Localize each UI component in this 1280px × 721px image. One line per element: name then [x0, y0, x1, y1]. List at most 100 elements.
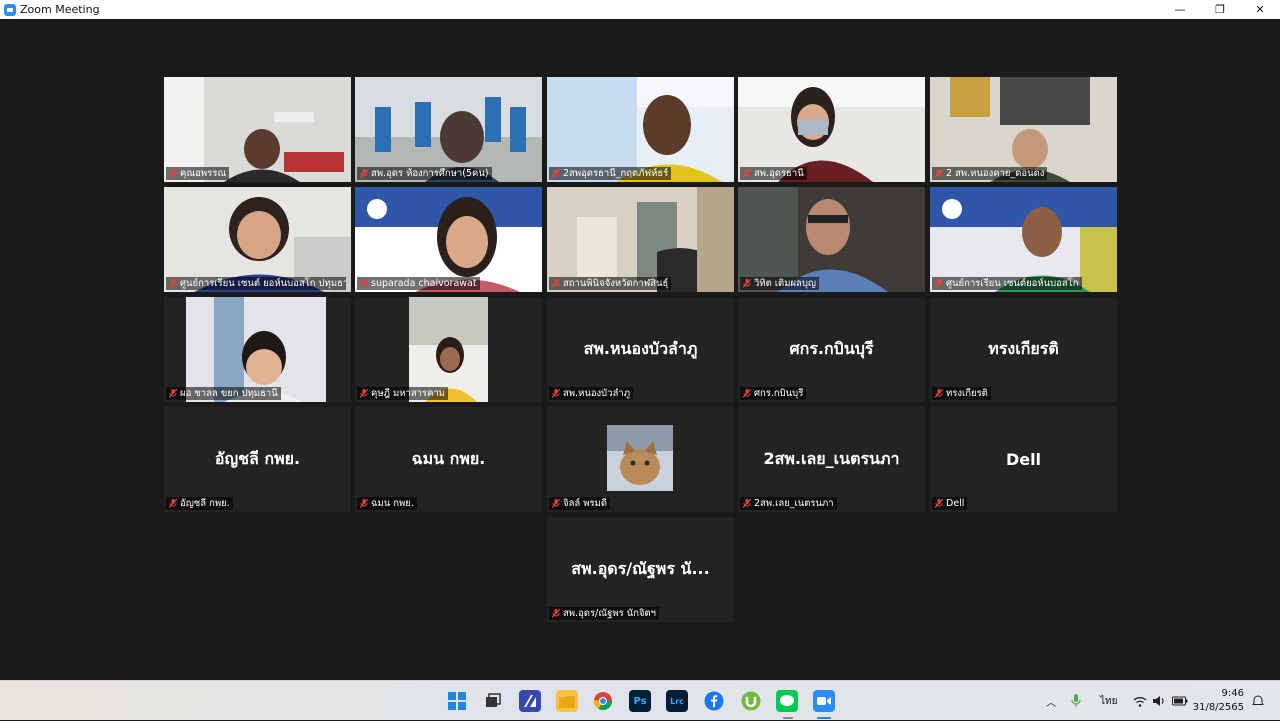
muted-mic-icon — [935, 279, 943, 288]
participant-name: suparada chaivorawat — [371, 278, 477, 289]
participant-tile[interactable]: สพ.อุดรธานี — [738, 77, 925, 182]
lightroom-icon[interactable]: Lrc — [666, 690, 688, 712]
participant-tile[interactable]: ศกร.กบินบุรี ศกร.กบินบุรี — [738, 297, 925, 402]
participant-tile[interactable]: ผอ ชาลล ขยก ปทุมธานี — [164, 297, 351, 402]
facebook-icon[interactable] — [703, 690, 725, 712]
participant-tile[interactable]: สพ.หนองบัวลำภู สพ.หนองบัวลำภู — [547, 297, 734, 402]
participant-tile[interactable]: จิลล์ พรมดี — [547, 407, 734, 512]
maximize-button[interactable]: ❐ — [1200, 0, 1240, 19]
battery-icon[interactable] — [1172, 681, 1188, 721]
microphone-icon[interactable] — [1071, 681, 1081, 721]
muted-mic-icon — [360, 279, 368, 288]
participant-tile[interactable]: คุณอพรรณ — [164, 77, 351, 182]
participant-name: ศูนย์การเรียน เซนต์ยอห์นบอสโก — [946, 278, 1079, 289]
muted-mic-icon — [743, 389, 751, 398]
volume-icon[interactable] — [1152, 681, 1166, 721]
file-explorer-icon[interactable] — [556, 690, 578, 712]
mspaint-icon[interactable] — [519, 690, 541, 712]
muted-mic-icon — [360, 499, 368, 508]
clock-date: 31/8/2565 — [1192, 702, 1244, 713]
muted-mic-icon — [552, 389, 560, 398]
participant-name: สถานพินิจจังหวัดกาฬสินธุ์ — [563, 278, 669, 289]
window-titlebar: Zoom Meeting — ❐ ✕ — [0, 0, 1280, 19]
participant-name-label: 2 สพ.หนองคาย_ดอนดง — [932, 167, 1048, 180]
muted-mic-icon — [743, 279, 751, 288]
window-title: Zoom Meeting — [20, 3, 100, 16]
participant-tile[interactable]: ทรงเกียรติ ทรงเกียรติ — [930, 297, 1117, 402]
muted-mic-icon — [552, 609, 560, 618]
participant-tile[interactable]: 2สพอุดรธานี_กฤตภัฟห์ธร์ — [547, 77, 734, 182]
tray-overflow-icon[interactable]: ︿ — [1046, 681, 1056, 721]
participant-name-label: คุษฎี มหาสารคาม — [357, 387, 449, 400]
participant-name: 2 สพ.หนองคาย_ดอนดง — [946, 168, 1045, 179]
participant-name-label: สถานพินิจจังหวัดกาฬสินธุ์ — [549, 277, 672, 290]
participant-name-label: ศูนย์การเรียน เซนต์ยอห์นบอสโก — [932, 277, 1082, 290]
participant-name: ศกร.กบินบุรี — [754, 388, 804, 399]
participant-name-label: ศกร.กบินบุรี — [740, 387, 807, 400]
chrome-icon[interactable] — [592, 690, 614, 712]
participant-tile[interactable]: suparada chaivorawat — [355, 187, 542, 292]
muted-mic-icon — [935, 499, 943, 508]
participant-tile[interactable]: วิทิต เติมผลบุญ — [738, 187, 925, 292]
participant-tile[interactable]: ฉมน กพย. ฉมน กพย. — [355, 407, 542, 512]
participant-name-label: 2สพ.เลย_เนตรนภา — [740, 497, 837, 510]
participant-name: สพ.อุดรธานี — [754, 168, 804, 179]
participant-name-label: สพ.อุดร/ณัฐพร นักจิตฯ — [549, 607, 660, 620]
participant-name-label: วิทิต เติมผลบุญ — [740, 277, 819, 290]
participant-name-label: คุณอพรรณ — [166, 167, 230, 180]
participant-name: Dell — [946, 498, 965, 509]
participant-name-label: สพ.อุดร ห้องการศึกษา(5คน) — [357, 167, 492, 180]
windows-taskbar: Ps Lrc ︿ ไทย 9:46 31/8/2565 — [0, 680, 1280, 720]
muted-mic-icon — [169, 169, 177, 178]
participant-tile[interactable]: Dell Dell — [930, 407, 1117, 512]
participant-name: จิลล์ พรมดี — [563, 498, 608, 509]
participant-tile[interactable]: สพ.อุดร/ณัฐพร นั... สพ.อุดร/ณัฐพร นักจิตฯ — [547, 517, 734, 622]
participant-name: ทรงเกียรติ — [946, 388, 988, 399]
notification-icon[interactable] — [1252, 681, 1264, 721]
participant-avatar — [607, 425, 673, 495]
line-icon[interactable] — [776, 690, 798, 712]
gallery-view: คุณอพรรณ สพ.อุดร ห้องการศึกษา(5คน) 2สพอุดร… — [0, 19, 1280, 680]
window-controls: — ❐ ✕ — [1160, 0, 1280, 19]
participant-name: 2สพอุดรธานี_กฤตภัฟห์ธร์ — [563, 168, 669, 179]
zoom-icon[interactable] — [813, 690, 835, 712]
muted-mic-icon — [743, 499, 751, 508]
participant-tile[interactable]: ศูนย์การเรียน เซนต์ยอห์นบอสโก — [930, 187, 1117, 292]
cat-avatar — [607, 425, 673, 491]
language-indicator[interactable]: ไทย — [1100, 681, 1117, 721]
photoshop-icon[interactable]: Ps — [629, 690, 651, 712]
close-button[interactable]: ✕ — [1240, 0, 1280, 19]
utorrent-icon[interactable] — [740, 690, 762, 712]
muted-mic-icon — [169, 389, 177, 398]
participant-name: ผอ ชาลล ขยก ปทุมธานี — [180, 388, 278, 399]
participant-name: อัญชลี กพย. — [180, 498, 230, 509]
muted-mic-icon — [935, 389, 943, 398]
participant-tile[interactable]: สพ.อุดร ห้องการศึกษา(5คน) — [355, 77, 542, 182]
participant-name: สพ.หนองบัวลำภู — [563, 388, 630, 399]
task-view-icon[interactable] — [482, 690, 504, 712]
participant-tile[interactable]: อัญชลี กพย. อัญชลี กพย. — [164, 407, 351, 512]
participant-tile[interactable]: 2สพ.เลย_เนตรนภา 2สพ.เลย_เนตรนภา — [738, 407, 925, 512]
participant-tile[interactable]: 2 สพ.หนองคาย_ดอนดง — [930, 77, 1117, 182]
muted-mic-icon — [552, 499, 560, 508]
participant-name-label: ฉมน กพย. — [357, 497, 417, 510]
participant-name: ศูนย์การเรียน เซนต์ ยอห์นบอสโก ปทุมธานี — [180, 278, 346, 289]
muted-mic-icon — [360, 389, 368, 398]
participant-name-label: suparada chaivorawat — [357, 277, 480, 290]
participant-tile[interactable]: คุษฎี มหาสารคาม — [355, 297, 542, 402]
participant-tile[interactable]: สถานพินิจจังหวัดกาฬสินธุ์ — [547, 187, 734, 292]
participant-name-label: Dell — [932, 497, 968, 510]
participant-name: คุณอพรรณ — [180, 168, 227, 179]
system-clock[interactable]: 9:46 31/8/2565 — [1193, 687, 1244, 715]
windows-start-icon[interactable] — [446, 690, 468, 712]
clock-time: 9:46 — [1221, 688, 1244, 699]
wifi-icon[interactable] — [1133, 681, 1147, 721]
participant-tile[interactable]: ศูนย์การเรียน เซนต์ ยอห์นบอสโก ปทุมธานี — [164, 187, 351, 292]
minimize-button[interactable]: — — [1160, 0, 1200, 19]
muted-mic-icon — [169, 499, 177, 508]
participant-name: ฉมน กพย. — [371, 498, 414, 509]
participant-name: สพ.อุดร/ณัฐพร นักจิตฯ — [563, 608, 657, 619]
participant-name-label: ศูนย์การเรียน เซนต์ ยอห์นบอสโก ปทุมธานี — [166, 277, 346, 290]
running-indicator — [783, 717, 793, 719]
running-indicator — [817, 717, 831, 719]
